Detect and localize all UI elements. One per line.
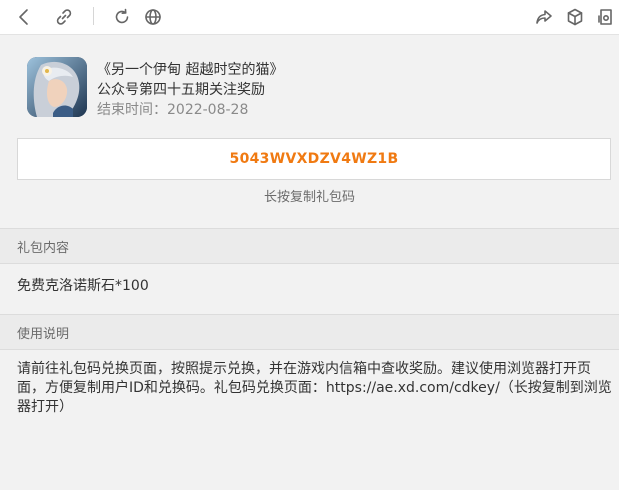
usage-header: 使用说明 — [0, 314, 619, 350]
copy-hint: 长按复制礼包码 — [263, 190, 355, 205]
back-icon — [19, 9, 28, 25]
refresh-button[interactable] — [108, 3, 136, 31]
gift-content-text: 免费克洛诺斯石*100 — [17, 278, 149, 294]
copy-link-button[interactable] — [50, 3, 78, 31]
open-in-browser-button[interactable] — [139, 3, 167, 31]
gift-content-header: 礼包内容 — [0, 228, 619, 264]
globe-icon — [145, 9, 161, 25]
refresh-icon — [115, 8, 129, 24]
share-button[interactable] — [530, 3, 558, 31]
browser-toolbar — [0, 0, 619, 35]
link-icon — [56, 9, 72, 25]
gift-content-title: 礼包内容 — [17, 240, 70, 256]
window-button[interactable] — [592, 3, 619, 31]
reward-subtitle: 公众号第四十五期关注奖励 — [97, 82, 265, 98]
back-button[interactable] — [10, 3, 38, 31]
device-icon — [598, 9, 612, 25]
usage-title: 使用说明 — [17, 326, 70, 342]
gift-code-box[interactable]: 5043WVXDZV4WZ1B — [17, 138, 611, 180]
end-time: 结束时间：2022-08-28 — [97, 102, 249, 118]
toolbar-divider — [93, 7, 94, 25]
share-icon — [536, 10, 552, 24]
game-icon-image — [27, 57, 87, 117]
game-title: 《另一个伊甸 超越时空的猫》 — [97, 62, 284, 78]
cat-character-icon — [27, 57, 87, 117]
mini-program-button[interactable] — [561, 3, 589, 31]
usage-text[interactable]: 请前往礼包码兑换页面，按照提示兑换，并在游戏内信箱中查收奖励。建议使用浏览器打开… — [17, 360, 612, 417]
cube-icon — [567, 8, 583, 26]
